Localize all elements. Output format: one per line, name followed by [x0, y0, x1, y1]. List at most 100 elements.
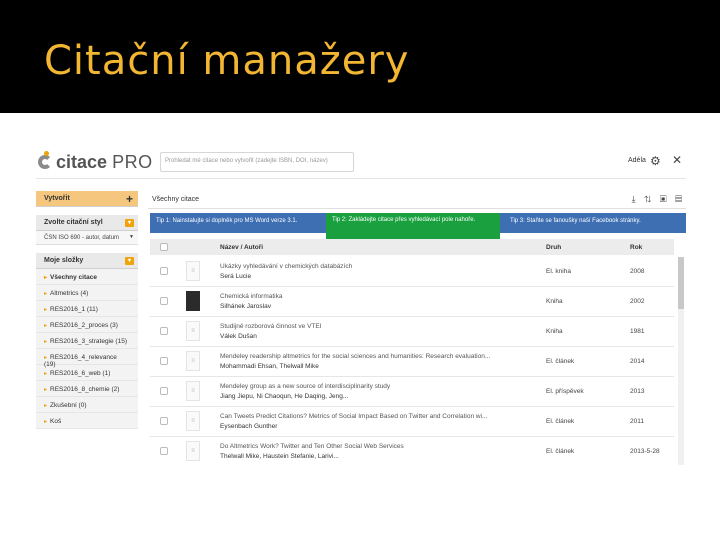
citation-title[interactable]: Mendeley group as a new source of interd… — [220, 383, 530, 390]
column-name[interactable]: Název / Autoři — [220, 244, 263, 251]
arrow-icon: ▸ — [44, 307, 48, 313]
folder-item[interactable]: ▸ RES2016_2_proces (3) — [36, 317, 138, 333]
citation-title[interactable]: Can Tweets Predict Citations? Metrics of… — [220, 413, 530, 420]
row-checkbox[interactable] — [160, 327, 168, 335]
row-checkbox[interactable] — [160, 387, 168, 395]
slide-title: Citační manažery — [44, 38, 410, 84]
table-header: Název / Autoři Druh Rok — [150, 239, 674, 255]
document-icon: ≡ — [186, 321, 200, 341]
column-year[interactable]: Rok — [630, 244, 642, 251]
arrow-icon: ▸ — [44, 291, 48, 297]
search-input[interactable]: Prohledat mé citace nebo vytvořit (zadej… — [160, 152, 354, 172]
row-checkbox[interactable] — [160, 297, 168, 305]
citation-authors: Šerá Lucie — [220, 273, 252, 280]
chevron-down-icon[interactable]: ▾ — [125, 219, 134, 227]
citation-type: El. kniha — [546, 268, 571, 275]
arrow-icon: ▸ — [44, 339, 48, 345]
chevron-down-icon[interactable]: ▾ — [125, 257, 134, 265]
citation-title[interactable]: Chemická informatika — [220, 293, 530, 300]
document-icon: ≡ — [186, 441, 200, 461]
tips-bar: Tip 1: Nainstalujte si doplněk pro MS Wo… — [150, 213, 686, 239]
citation-style-select[interactable]: ČSN ISO 690 - autor, datum ▼ — [36, 231, 138, 245]
folder-item[interactable]: ▸ RES2016_8_chemie (2) — [36, 381, 138, 397]
arrow-icon: ▸ — [44, 323, 48, 329]
citation-table: ≡ Ukázky vyhledávání v chemických databá… — [150, 257, 674, 465]
folder-item-trash[interactable]: ▸ Koš — [36, 413, 138, 429]
logo-mark-icon — [38, 151, 52, 173]
folder-item[interactable]: ▸ RES2016_3_strategie (15) — [36, 333, 138, 349]
folder-item-all[interactable]: ▸ Všechny citace — [36, 269, 138, 285]
slide-header: Citační manažery — [0, 0, 720, 113]
citation-year: 1981 — [630, 328, 645, 335]
citation-type: Kniha — [546, 298, 563, 305]
toolbar-icons[interactable]: ⤓ ⇅ ▣ ▤ — [632, 194, 682, 205]
table-row[interactable]: ≡ Mendeley group as a new source of inte… — [150, 377, 674, 407]
table-row[interactable]: ≡ Can Tweets Predict Citations? Metrics … — [150, 407, 674, 437]
gear-icon[interactable]: ⚙ — [650, 154, 661, 168]
folder-item[interactable]: ▸ Altmetrics (4) — [36, 285, 138, 301]
row-checkbox[interactable] — [160, 267, 168, 275]
book-cover-image — [186, 291, 200, 311]
citation-type: Kniha — [546, 328, 563, 335]
citation-authors: Thelwall Mike, Haustein Stefanie, Larivi… — [220, 453, 339, 460]
arrow-icon: ▸ — [44, 387, 48, 393]
folder-item[interactable]: ▸ RES2016_4_relevance (19) — [36, 349, 138, 368]
scrollbar-thumb[interactable] — [678, 257, 684, 309]
main-panel: Všechny citace ⤓ ⇅ ▣ ▤ Tip 1: Nainstaluj… — [148, 191, 686, 465]
page-title: Všechny citace — [152, 196, 200, 203]
tip-3[interactable]: Tip 3: Staňte se fanouškу naší Facebook … — [504, 213, 686, 233]
table-row[interactable]: Chemická informatika Šilhánek Jaroslav K… — [150, 287, 674, 317]
row-checkbox[interactable] — [160, 417, 168, 425]
main-header: Všechny citace ⤓ ⇅ ▣ ▤ — [148, 191, 686, 209]
citation-style-header: Zvolte citační styl ▾ — [36, 215, 138, 231]
citation-authors: Mohammadi Ehsan, Thelwall Mike — [220, 363, 319, 370]
column-type[interactable]: Druh — [546, 244, 561, 251]
tip-1[interactable]: Tip 1: Nainstalujte si doplněk pro MS Wo… — [150, 213, 326, 233]
create-label: Vytvořit — [44, 195, 70, 202]
sidebar: Vytvořit + Zvolte citační styl ▾ ČSN ISO… — [36, 191, 138, 465]
citation-title[interactable]: Mendeley readership altmetrics for the s… — [220, 353, 530, 360]
citation-authors: Šilhánek Jaroslav — [220, 303, 271, 310]
user-name[interactable]: Adéla — [628, 157, 646, 164]
citation-type: El. příspěvek — [546, 388, 584, 395]
folder-item[interactable]: ▸ Zkušební (0) — [36, 397, 138, 413]
arrow-icon: ▸ — [44, 371, 48, 377]
logo-text: citace PRO — [56, 151, 153, 172]
row-checkbox[interactable] — [160, 447, 168, 455]
create-button[interactable]: Vytvořit + — [36, 191, 138, 207]
table-row[interactable]: ≡ Mendeley readership altmetrics for the… — [150, 347, 674, 377]
folders-label: Moje složky — [44, 257, 84, 264]
select-all-checkbox[interactable] — [160, 243, 168, 251]
citation-type: El. článek — [546, 418, 575, 425]
tools-icon[interactable]: ✕ — [672, 153, 682, 167]
tip-2[interactable]: Tip 2: Zakládejte citace přes vyhledávac… — [326, 213, 500, 239]
table-row[interactable]: ≡ Ukázky vyhledávání v chemických databá… — [150, 257, 674, 287]
folders-header: Moje složky ▾ — [36, 253, 138, 269]
row-checkbox[interactable] — [160, 357, 168, 365]
citation-year: 2013 — [630, 388, 645, 395]
plus-icon: + — [125, 192, 133, 206]
app-screenshot: citace PRO Prohledat mé citace nebo vytv… — [36, 145, 686, 465]
citation-title[interactable]: Studijně rozborová činnost ve VTEI — [220, 323, 530, 330]
document-icon: ≡ — [186, 411, 200, 431]
table-row[interactable]: ≡ Do Altmetrics Work? Twitter and Ten Ot… — [150, 437, 674, 465]
citation-year: 2013-5-28 — [630, 448, 660, 455]
citation-type: El. článek — [546, 448, 575, 455]
citation-year: 2008 — [630, 268, 645, 275]
document-icon: ≡ — [186, 381, 200, 401]
document-icon: ≡ — [186, 351, 200, 371]
citation-authors: Válek Dušan — [220, 333, 257, 340]
document-icon: ≡ — [186, 261, 200, 281]
citace-pro-logo[interactable]: citace PRO — [38, 149, 153, 175]
citation-authors: Jiang Jiepu, Ni Chaoqun, He Daqing, Jeng… — [220, 393, 349, 400]
citation-year: 2002 — [630, 298, 645, 305]
citation-title[interactable]: Ukázky vyhledávání v chemických databází… — [220, 263, 530, 270]
table-row[interactable]: ≡ Studijně rozborová činnost ve VTEI Vál… — [150, 317, 674, 347]
folder-item[interactable]: ▸ RES2016_1 (11) — [36, 301, 138, 317]
citation-authors: Eysenbach Gunther — [220, 423, 278, 430]
folder-item[interactable]: ▸ RES2016_6_web (1) — [36, 365, 138, 381]
citation-style-value: ČSN ISO 690 - autor, datum — [44, 235, 120, 241]
arrow-icon: ▸ — [44, 403, 48, 409]
citation-year: 2011 — [630, 418, 644, 425]
citation-title[interactable]: Do Altmetrics Work? Twitter and Ten Othe… — [220, 443, 530, 450]
